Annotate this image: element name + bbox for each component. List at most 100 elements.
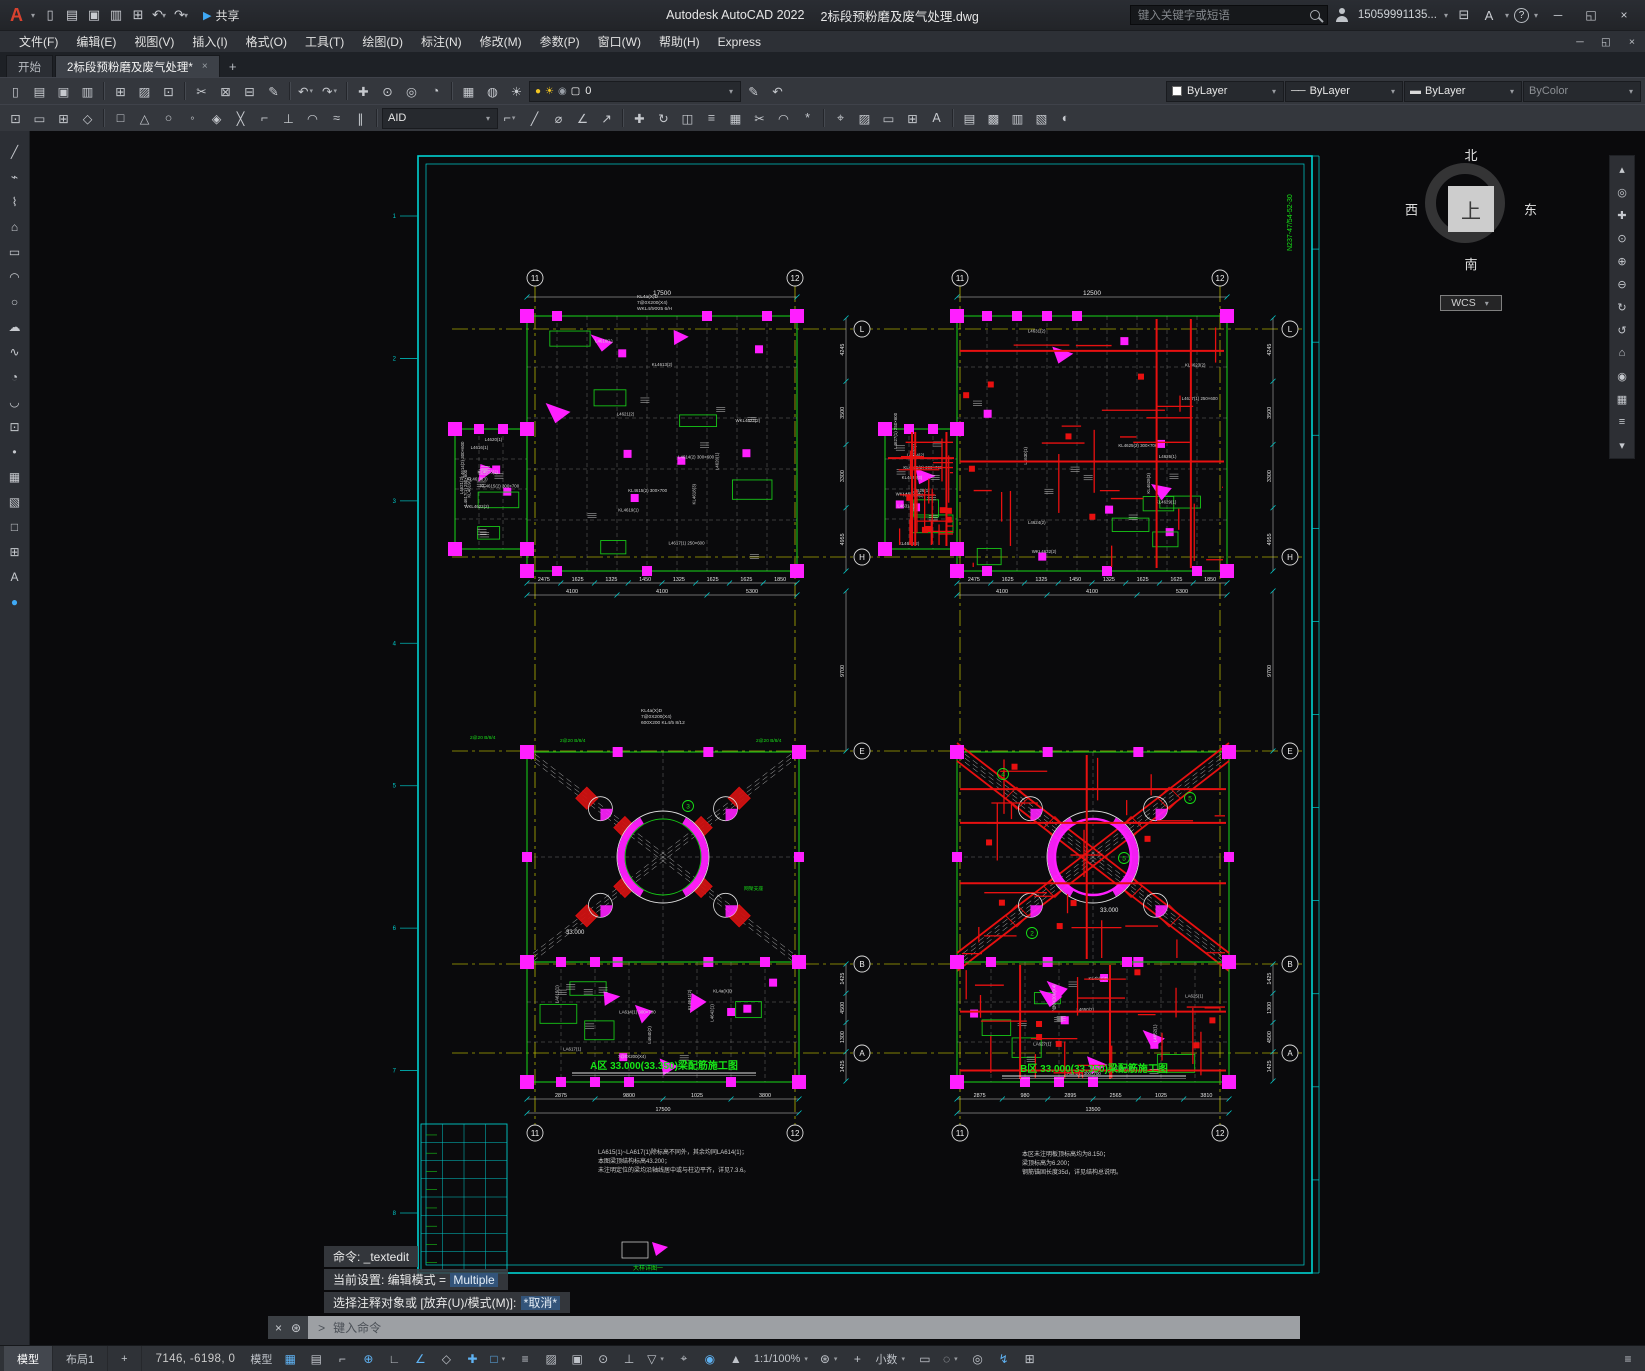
circle[interactable]: ○ (3, 291, 27, 313)
menu-item[interactable]: 绘图(D) (353, 31, 412, 52)
menu-item[interactable]: 视图(V) (125, 31, 183, 52)
multileader[interactable]: ↗ (595, 107, 618, 130)
doc-minimize-button[interactable]: ─ (1567, 31, 1593, 53)
menu-item[interactable]: 文件(F) (10, 31, 67, 52)
zoom-out[interactable]: ⊖ (1611, 274, 1633, 294)
layer-properties-manager[interactable]: ▦ (457, 80, 480, 103)
clean-screen[interactable]: ⊞ (1018, 1348, 1042, 1370)
line[interactable]: ╱ (3, 141, 27, 163)
snap-tangent[interactable]: ◠ (301, 107, 324, 130)
style-combo[interactable]: AID ▾ (382, 107, 498, 129)
menu-item[interactable]: 工具(T) (296, 31, 353, 52)
create-block[interactable]: ▭ (28, 107, 51, 130)
lineweight-display[interactable]: ≡ (513, 1348, 537, 1370)
array[interactable]: ▦ (724, 107, 747, 130)
plot[interactable]: ⊞ (127, 4, 149, 26)
share-button[interactable]: ▶ 共享 (195, 7, 247, 24)
snap-node[interactable]: ◦ (181, 107, 204, 130)
snap-center[interactable]: ○ (157, 107, 180, 130)
gradient[interactable]: ▧ (3, 491, 27, 513)
workspace-switching[interactable]: ⊛ ▾ (816, 1348, 844, 1370)
graphics-performance[interactable]: ↯ (992, 1348, 1016, 1370)
grid-display[interactable]: ▦ (278, 1348, 302, 1370)
command-input[interactable]: > 键入命令 (308, 1316, 1300, 1339)
multiline-text[interactable]: A (3, 566, 27, 588)
zoom-previous[interactable]: ◔ (424, 80, 447, 103)
snap-quadrant[interactable]: ◈ (205, 107, 228, 130)
customization[interactable]: ≡ (1616, 1348, 1640, 1370)
annotation-visibility[interactable]: ◉ (698, 1348, 722, 1370)
plot[interactable]: ⊞ (109, 80, 132, 103)
mtext[interactable]: A (925, 107, 948, 130)
customize-command-icon[interactable]: ⊛ (291, 1321, 301, 1335)
trim[interactable]: ✂ (748, 107, 771, 130)
file-tab[interactable]: 开始 (6, 55, 53, 77)
pan-realtime[interactable]: ✚ (352, 80, 375, 103)
hatch[interactable]: ▨ (853, 107, 876, 130)
layer-freeze[interactable]: ☀ (505, 80, 528, 103)
autodesk-account-icon[interactable]: A (1478, 4, 1500, 26)
point-cloud[interactable]: ● (3, 591, 27, 613)
attach-xref[interactable]: ⊞ (52, 107, 75, 130)
menu-item[interactable]: 编辑(E) (67, 31, 125, 52)
properties-palette[interactable]: ▤ (958, 107, 981, 130)
user-id[interactable]: 15059991135... (1356, 9, 1439, 21)
menu-item[interactable]: Express (709, 31, 770, 52)
redo[interactable]: ↷ ▾ (319, 80, 342, 103)
object-snap-tracking[interactable]: ✚ (460, 1348, 484, 1370)
qnew[interactable]: ▯ (4, 80, 27, 103)
compass-north[interactable]: 北 (1464, 145, 1477, 164)
drawing-canvas[interactable]: 1 2 3 4 5 6 7 8 N237-47/54-52-30 KL4615(2) 300×70… (30, 131, 1645, 1345)
full-navigation-wheel[interactable]: ◎ (1611, 182, 1633, 202)
qsave[interactable]: ▣ (52, 80, 75, 103)
menu-item[interactable]: 修改(M) (471, 31, 531, 52)
point[interactable]: • (3, 441, 27, 463)
zoom-in[interactable]: ⊕ (1611, 251, 1633, 271)
gizmo[interactable]: ⌖ (672, 1348, 696, 1370)
help-caret-icon[interactable]: ▾ (1532, 11, 1540, 20)
isometric-drafting[interactable]: ◇ (434, 1348, 458, 1370)
compass-east[interactable]: 东 (1524, 200, 1537, 219)
publish[interactable]: ⊡ (157, 80, 180, 103)
dim-angular[interactable]: ∠ (571, 107, 594, 130)
pan[interactable]: ✚ (1611, 205, 1633, 225)
region[interactable]: □ (3, 516, 27, 538)
tool-palettes[interactable]: ▥ (1006, 107, 1029, 130)
snap-nearest[interactable]: ≈ (325, 107, 348, 130)
isolate-objects[interactable]: ◎ (966, 1348, 990, 1370)
hatch[interactable]: ▦ (3, 466, 27, 488)
save-as[interactable]: ▥ (76, 80, 99, 103)
table[interactable]: ⊞ (3, 541, 27, 563)
explode[interactable]: * (796, 107, 819, 130)
autocad-logo-icon[interactable]: A (6, 5, 27, 26)
snap-endpoint[interactable]: □ (109, 107, 132, 130)
undo[interactable]: ↶ ▾ (149, 4, 171, 26)
selection-filtering[interactable]: ▽ ▾ (643, 1348, 670, 1370)
snap-intersection[interactable]: ╳ (229, 107, 252, 130)
move[interactable]: ✚ (628, 107, 651, 130)
dim-radius[interactable]: ⌀ (547, 107, 570, 130)
help-icon[interactable]: ? (1513, 7, 1529, 23)
open[interactable]: ▤ (28, 80, 51, 103)
compass-south[interactable]: 南 (1464, 254, 1477, 273)
copy-clip[interactable]: ⊠ (214, 80, 237, 103)
doc-close-button[interactable]: × (1619, 31, 1645, 53)
measure[interactable]: ⌖ (829, 107, 852, 130)
account-caret-icon[interactable]: ▾ (1503, 11, 1511, 20)
layout-tab[interactable]: 布局1 (53, 1346, 109, 1371)
viewcube[interactable]: 上 北 南 西 东 WCS ▾ (1405, 145, 1537, 311)
navbar-settings[interactable]: ≡ (1611, 412, 1633, 432)
orbit[interactable]: ↻ (1611, 297, 1633, 317)
app-store-icon[interactable]: ⊟ (1453, 4, 1475, 26)
plot-preview[interactable]: ▨ (133, 80, 156, 103)
navbar-scroll-down[interactable]: ▾ (1611, 435, 1633, 455)
wcs-selector[interactable]: WCS ▾ (1440, 295, 1502, 311)
fillet[interactable]: ◠ (772, 107, 795, 130)
mirror[interactable]: ◫ (676, 107, 699, 130)
design-center[interactable]: ▩ (982, 107, 1005, 130)
menu-item[interactable]: 格式(O) (237, 31, 296, 52)
table[interactable]: ⊞ (901, 107, 924, 130)
cad-drawing[interactable]: 12345678N237-47/54-52-30KL4615(2) 300×70… (30, 131, 1645, 1345)
infer-constraints[interactable]: ⌐ (330, 1348, 354, 1370)
minimize-button[interactable]: ─ (1543, 0, 1573, 30)
